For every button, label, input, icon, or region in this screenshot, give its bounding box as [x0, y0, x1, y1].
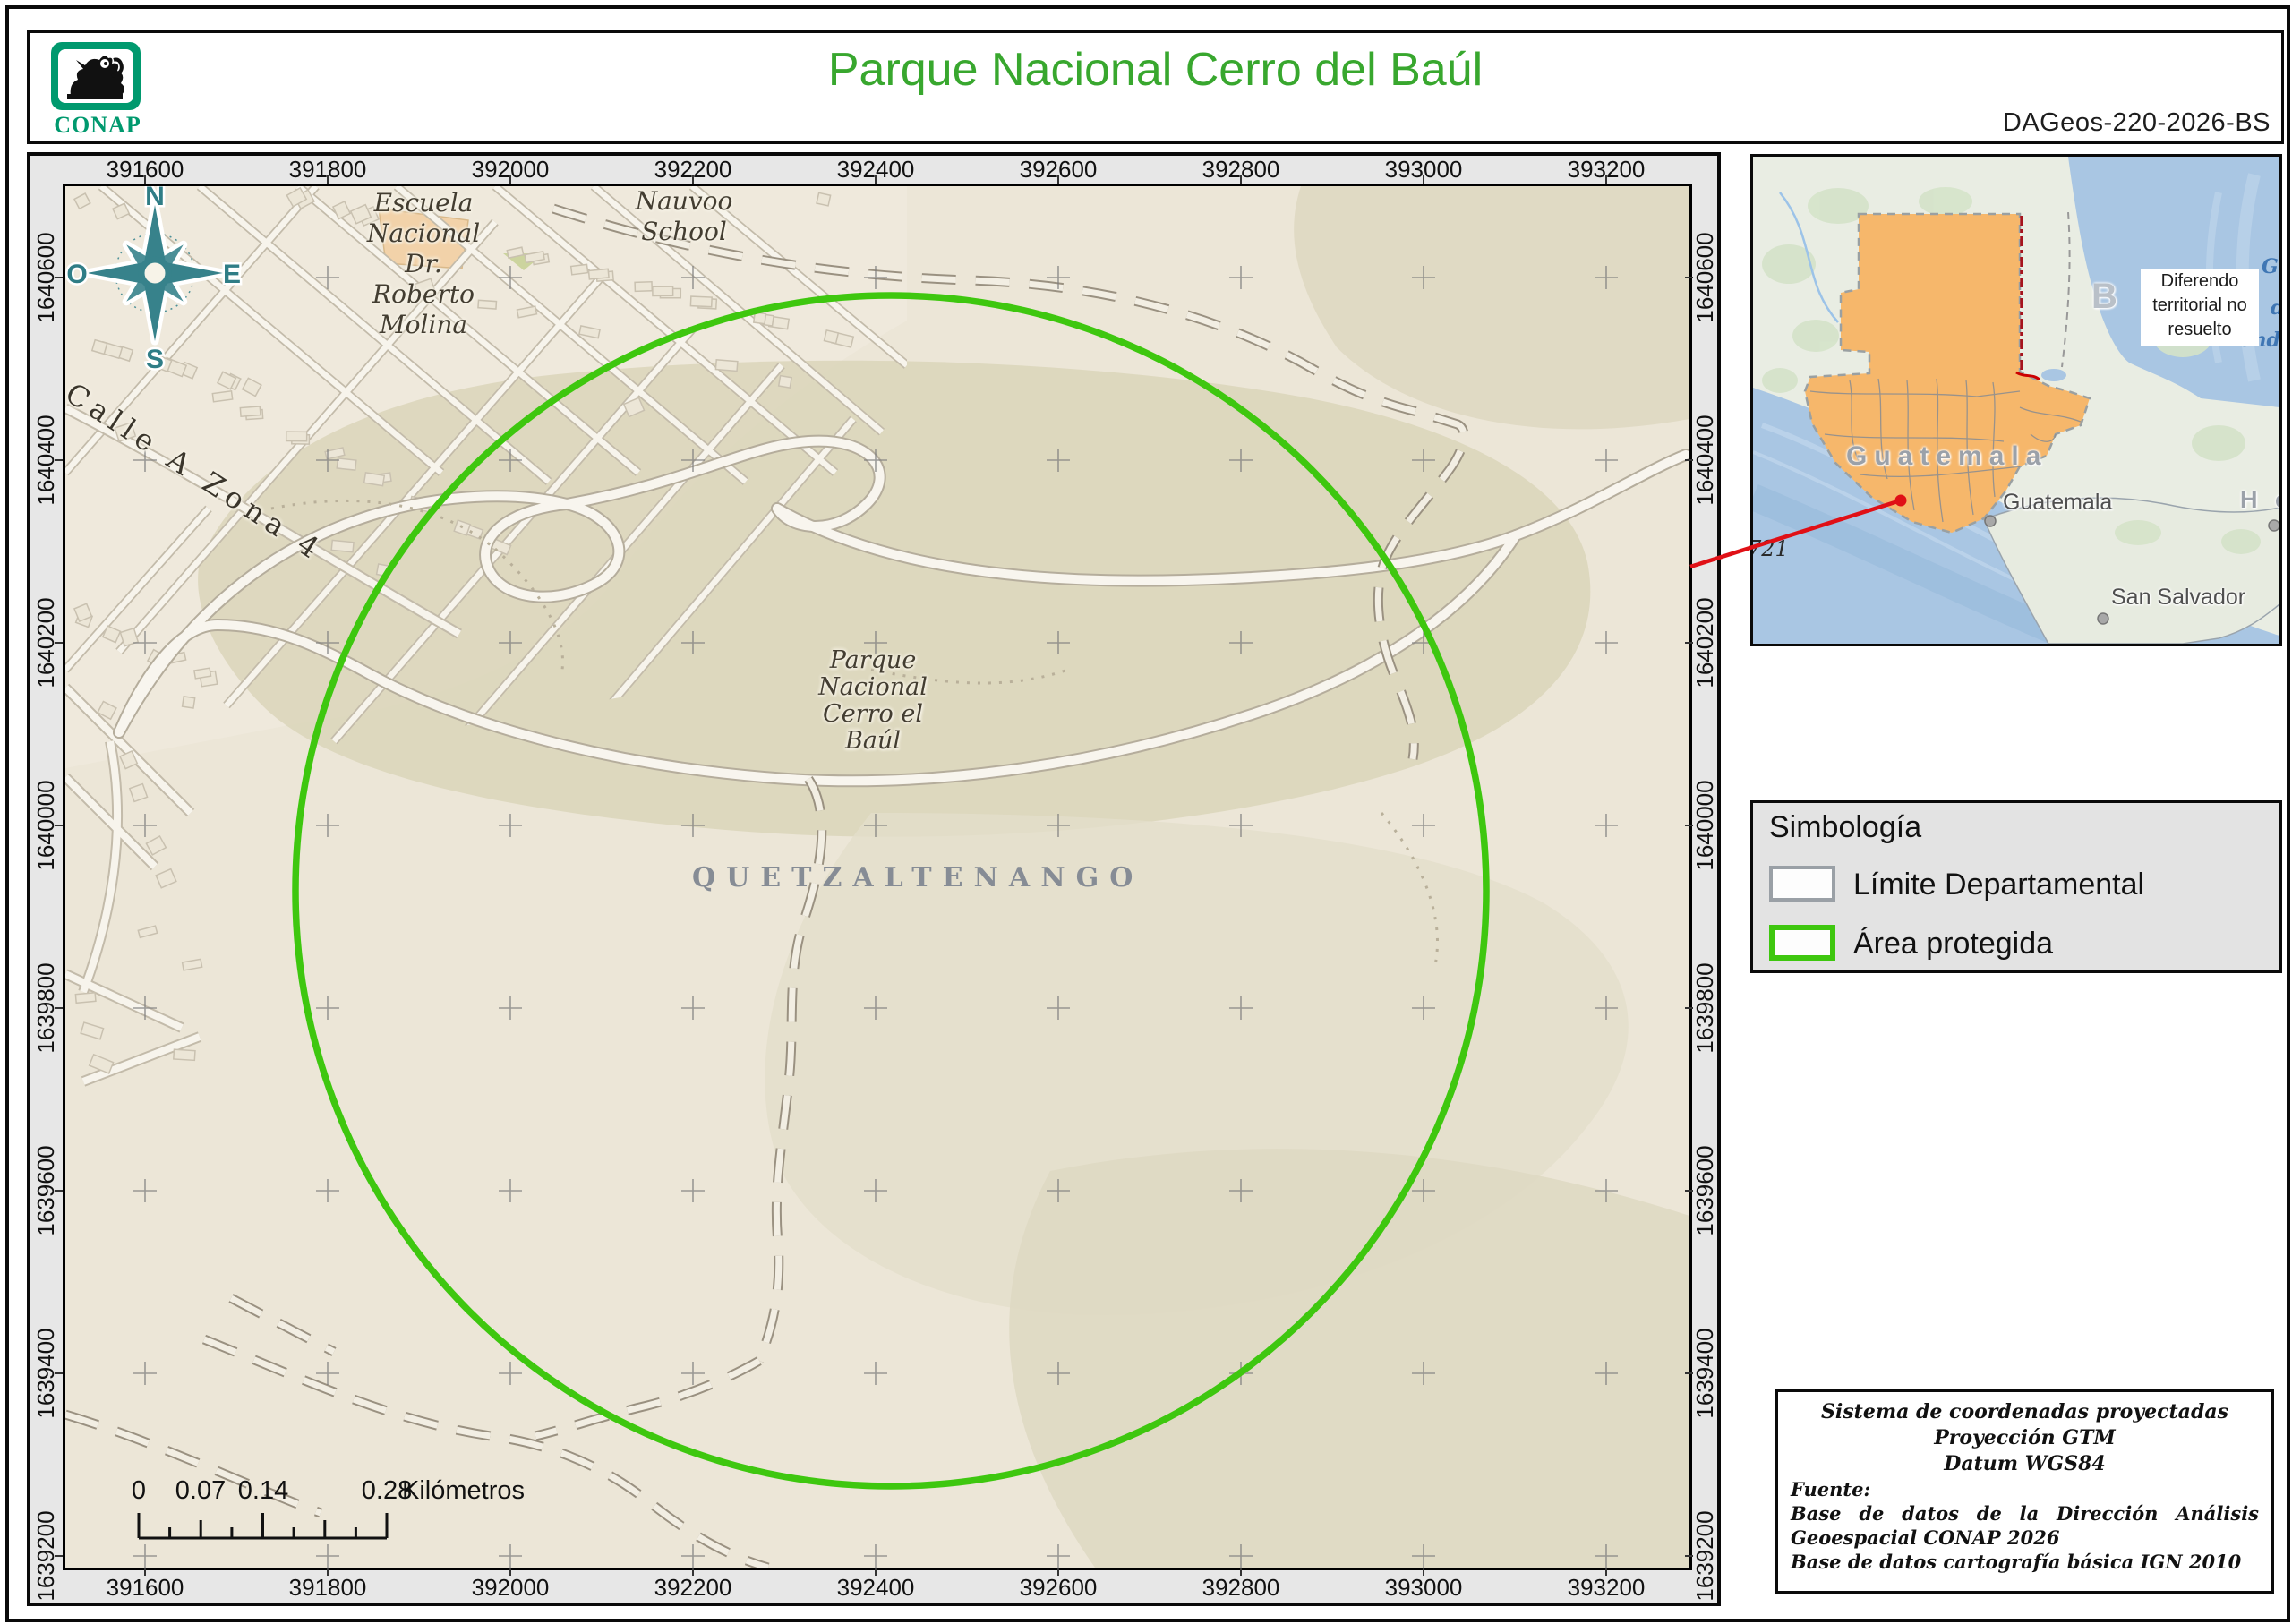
country-label: Guatemala — [1846, 441, 2048, 472]
park-name-label: Parque Nacional Cerro el Baúl — [801, 647, 945, 755]
grid-tick — [1685, 825, 1693, 826]
protected-area-swatch — [1769, 925, 1835, 961]
crs-line-3: Datum WGS84 — [1791, 1451, 2259, 1477]
grid-tick — [55, 1007, 63, 1009]
page-title: Parque Nacional Cerro del Baúl — [30, 33, 2281, 107]
scale-bar-ticks — [119, 1509, 423, 1541]
grid-tick — [144, 175, 146, 184]
grid-label-right: 1640600 — [1693, 224, 1716, 331]
grid-tick — [1685, 1190, 1693, 1192]
grid-tick — [1240, 175, 1242, 184]
grid-label-right: 1640400 — [1693, 406, 1716, 514]
nauvoo-school-label: Nauvoo School — [617, 186, 751, 247]
country-inset-map[interactable]: B Guatemala Guatemala San Salvador H o G… — [1750, 154, 2282, 646]
honduras-label-fragment: H o — [2240, 486, 2282, 514]
legend-item-departmental: Límite Departamental — [1853, 868, 2144, 902]
map-document: CONAP Parque Nacional Cerro del Baúl DAG… — [0, 0, 2292, 1624]
compass-rose-icon: N E S O — [65, 184, 244, 373]
compass-e-label: E — [223, 260, 241, 289]
compass-n-label: N — [145, 184, 165, 211]
grid-tick — [55, 1190, 63, 1192]
grid-label-bottom: 393200 — [1552, 1576, 1660, 1599]
grid-tick — [55, 277, 63, 278]
sea-label-fragment-2: d — [2271, 296, 2282, 320]
conap-logo-text: CONAP — [44, 112, 151, 139]
crs-line-2: Proyección GTM — [1791, 1425, 2259, 1451]
grid-tick — [1057, 175, 1059, 184]
source-1: Base de datos de la Dirección Análisis G… — [1791, 1501, 2259, 1550]
grid-tick — [144, 1568, 146, 1576]
territorial-dispute-note: Diferendo territorial no resuelto — [2141, 269, 2259, 346]
grid-label-bottom: 392800 — [1187, 1576, 1295, 1599]
grid-label-bottom: 392000 — [457, 1576, 564, 1599]
grid-tick — [55, 1372, 63, 1374]
scale-unit-label: Kilómetros — [402, 1476, 525, 1506]
grid-label-right: 1639200 — [1693, 1502, 1716, 1610]
source-2: Base de datos cartografía básica IGN 201… — [1791, 1550, 2259, 1574]
source-label: Fuente: — [1791, 1477, 2259, 1501]
grid-tick — [509, 175, 511, 184]
grid-tick — [55, 459, 63, 461]
grid-label-bottom: 392400 — [822, 1576, 929, 1599]
grid-tick — [1605, 1568, 1607, 1576]
compass-s-label: S — [146, 345, 164, 373]
grid-label-right: 1639600 — [1693, 1137, 1716, 1244]
grid-label-right: 1640000 — [1693, 772, 1716, 879]
number-label: 721 — [1750, 536, 1789, 561]
school-label: Escuela Nacional Dr. Roberto Molina — [352, 188, 495, 340]
san-salvador-label: San Salvador — [2111, 585, 2245, 611]
belize-label-fragment: B — [2091, 277, 2117, 317]
grid-tick — [875, 175, 877, 184]
grid-tick — [1685, 1007, 1693, 1009]
document-code: DAGeos-220-2026-BS — [2003, 108, 2271, 138]
grid-label-right: 1639400 — [1693, 1320, 1716, 1427]
sea-label-fragment-1: Gu — [2262, 255, 2282, 278]
legend: Simbología Límite Departamental Área pro… — [1750, 800, 2282, 973]
grid-tick — [1685, 1555, 1693, 1557]
header: CONAP Parque Nacional Cerro del Baúl DAG… — [27, 30, 2284, 144]
crs-line-1: Sistema de coordenadas proyectadas — [1791, 1399, 2259, 1425]
grid-tick — [1685, 277, 1693, 278]
grid-label-right: 1639800 — [1693, 954, 1716, 1062]
grid-tick — [327, 1568, 329, 1576]
main-map-frame: N E S O Escuela Nacional Dr. Roberto Mol… — [27, 152, 1721, 1606]
grid-tick — [509, 1568, 511, 1576]
grid-tick — [55, 825, 63, 826]
grid-tick — [55, 642, 63, 644]
grid-tick — [692, 175, 694, 184]
grid-tick — [1423, 1568, 1424, 1576]
grid-label-bottom: 392200 — [639, 1576, 747, 1599]
scale-tick-014: 0.14 — [223, 1476, 304, 1506]
grid-tick — [1423, 175, 1424, 184]
grid-tick — [327, 175, 329, 184]
grid-label-right: 1640200 — [1693, 589, 1716, 697]
grid-label-bottom: 393000 — [1370, 1576, 1477, 1599]
scale-bar: 0 0.07 0.14 0.28 Kilómetros — [119, 1476, 656, 1557]
grid-tick — [875, 1568, 877, 1576]
legend-item-protected: Área protegida — [1853, 927, 2053, 962]
grid-tick — [692, 1568, 694, 1576]
department-label: QUETZALTENANGO — [692, 862, 1143, 893]
grid-label-bottom: 391600 — [91, 1576, 199, 1599]
grid-tick — [1605, 175, 1607, 184]
grid-label-bottom: 392600 — [1005, 1576, 1112, 1599]
grid-tick — [1685, 1372, 1693, 1374]
main-map[interactable]: N E S O Escuela Nacional Dr. Roberto Mol… — [63, 184, 1692, 1570]
capital-city-label: Guatemala — [2003, 490, 2112, 516]
grid-tick — [1240, 1568, 1242, 1576]
legend-title: Simbología — [1769, 810, 1921, 845]
coordinate-system-box: Sistema de coordenadas proyectadas Proye… — [1775, 1389, 2274, 1594]
compass-o-label: O — [66, 260, 87, 289]
grid-label-bottom: 391800 — [274, 1576, 381, 1599]
department-limit-swatch — [1769, 866, 1835, 902]
inset-basemap — [1753, 157, 2279, 644]
grid-tick — [55, 1555, 63, 1557]
grid-tick — [1685, 642, 1693, 644]
grid-tick — [1057, 1568, 1059, 1576]
grid-tick — [1685, 459, 1693, 461]
